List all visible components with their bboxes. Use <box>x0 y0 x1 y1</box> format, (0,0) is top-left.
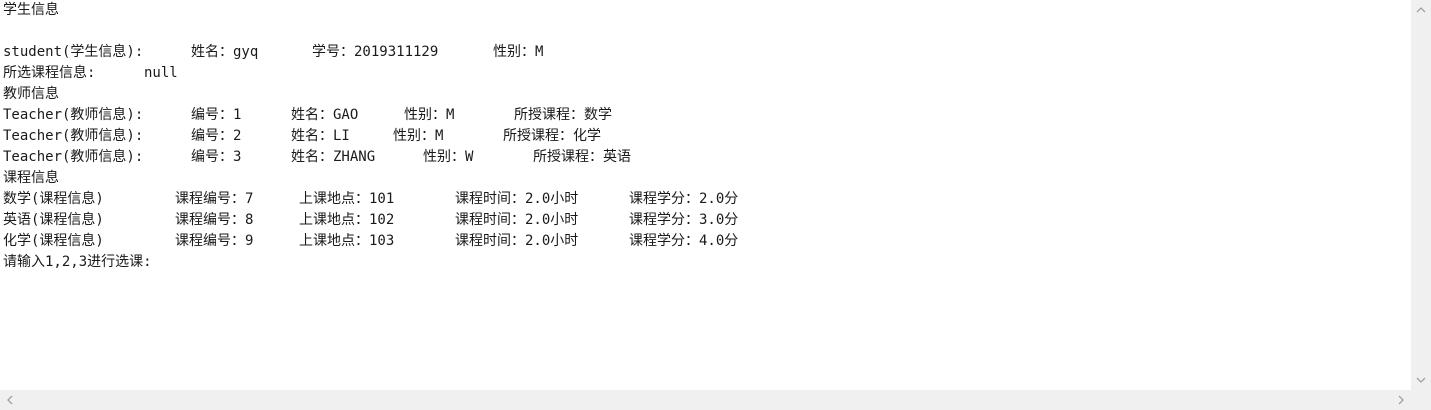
course-room: 上课地点：103 <box>299 233 395 249</box>
teacher-prefix: Teacher(教师信息): <box>3 128 144 144</box>
student-prefix: student(学生信息): <box>3 44 144 60</box>
course-name: 化学(课程信息) <box>3 233 104 249</box>
teacher-course: 所授课程：英语 <box>533 149 631 165</box>
teacher-id: 编号：3 <box>191 149 242 165</box>
student-id: 学号：2019311129 <box>312 44 439 60</box>
student-row: student(学生信息): 姓名：gyq 学号：2019311129 性别：M <box>3 42 543 63</box>
chevron-left-icon[interactable] <box>0 390 20 410</box>
chevron-down-icon[interactable] <box>1411 370 1431 390</box>
scrollbar-corner <box>1411 390 1431 410</box>
teacher-name: 姓名：LI <box>291 128 350 144</box>
student-gender: 性别：M <box>493 44 544 60</box>
course-time: 课程时间：2.0小时 <box>455 233 579 249</box>
teacher-prefix: Teacher(教师信息): <box>3 149 144 165</box>
teacher-course: 所授课程：数学 <box>514 107 612 123</box>
chevron-up-icon[interactable] <box>1411 0 1431 20</box>
course-id: 课程编号：7 <box>175 191 254 207</box>
selected-course-row: 所选课程信息: null <box>3 63 178 84</box>
prompt-text: 请输入1,2,3进行选课: <box>3 254 152 270</box>
course-credit: 课程学分：2.0分 <box>629 191 739 207</box>
course-time: 课程时间：2.0小时 <box>455 191 579 207</box>
vertical-scrollbar[interactable] <box>1411 0 1431 390</box>
teacher-gender: 性别：M <box>393 128 444 144</box>
course-id: 课程编号：9 <box>175 233 254 249</box>
course-credit: 课程学分：4.0分 <box>629 233 739 249</box>
input-prompt: 请输入1,2,3进行选课: <box>3 252 152 273</box>
course-row: 数学(课程信息) 课程编号：7 上课地点：101 课程时间：2.0小时 课程学分… <box>3 189 738 210</box>
console-text: 教师信息 <box>3 86 59 102</box>
teacher-name: 姓名：GAO <box>291 107 359 123</box>
teacher-gender: 性别：W <box>423 149 474 165</box>
section-header-student: 学生信息 <box>3 0 59 21</box>
section-header-course: 课程信息 <box>3 168 59 189</box>
teacher-prefix: Teacher(教师信息): <box>3 107 144 123</box>
horizontal-scrollbar[interactable] <box>0 390 1411 410</box>
course-time: 课程时间：2.0小时 <box>455 212 579 228</box>
selected-course-value: null <box>144 65 178 81</box>
student-name: 姓名：gyq <box>191 44 259 60</box>
course-name: 英语(课程信息) <box>3 212 104 228</box>
course-room: 上课地点：101 <box>299 191 395 207</box>
teacher-course: 所授课程：化学 <box>503 128 601 144</box>
console-window: 学生信息 student(学生信息): 姓名：gyq 学号：2019311129… <box>0 0 1431 410</box>
course-row: 化学(课程信息) 课程编号：9 上课地点：103 课程时间：2.0小时 课程学分… <box>3 231 738 252</box>
course-name: 数学(课程信息) <box>3 191 104 207</box>
teacher-row: Teacher(教师信息): 编号：2 姓名：LI 性别：M 所授课程：化学 <box>3 126 601 147</box>
console-output[interactable]: 学生信息 student(学生信息): 姓名：gyq 学号：2019311129… <box>0 0 1411 390</box>
chevron-right-icon[interactable] <box>1391 390 1411 410</box>
console-text: 课程信息 <box>3 170 59 186</box>
teacher-row: Teacher(教师信息): 编号：3 姓名：ZHANG 性别：W 所授课程：英… <box>3 147 631 168</box>
teacher-gender: 性别：M <box>404 107 455 123</box>
console-text: 学生信息 <box>3 2 59 18</box>
section-header-teacher: 教师信息 <box>3 84 59 105</box>
teacher-row: Teacher(教师信息): 编号：1 姓名：GAO 性别：M 所授课程：数学 <box>3 105 612 126</box>
teacher-id: 编号：1 <box>191 107 242 123</box>
course-credit: 课程学分：3.0分 <box>629 212 739 228</box>
course-id: 课程编号：8 <box>175 212 254 228</box>
teacher-name: 姓名：ZHANG <box>291 149 376 165</box>
course-room: 上课地点：102 <box>299 212 395 228</box>
course-row: 英语(课程信息) 课程编号：8 上课地点：102 课程时间：2.0小时 课程学分… <box>3 210 738 231</box>
teacher-id: 编号：2 <box>191 128 242 144</box>
selected-course-label: 所选课程信息: <box>3 65 96 81</box>
